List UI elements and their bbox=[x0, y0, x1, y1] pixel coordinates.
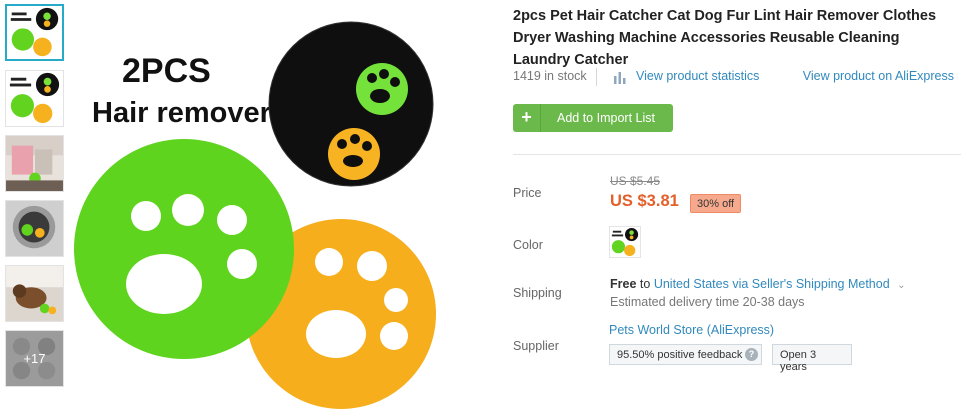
store-age-text: Open 3 years bbox=[780, 349, 817, 373]
color-swatch-image bbox=[610, 227, 640, 257]
meta-divider bbox=[596, 68, 597, 86]
view-product-statistics-link[interactable]: View product statistics bbox=[636, 69, 759, 83]
thumbnail-2[interactable] bbox=[5, 70, 64, 127]
thumbnail-1-image bbox=[7, 6, 62, 59]
large-green-paw bbox=[74, 139, 294, 359]
positive-feedback-text: 95.50% positive feedback bbox=[617, 349, 743, 361]
small-orange-paw bbox=[328, 128, 380, 180]
section-divider bbox=[513, 154, 961, 155]
thumbnail-4-image bbox=[6, 201, 63, 256]
product-meta-row: 1419 in stock View product statistics Vi… bbox=[513, 68, 959, 86]
price-label: Price bbox=[513, 186, 542, 200]
thumbnail-1[interactable] bbox=[5, 4, 64, 61]
product-title: 2pcs Pet Hair Catcher Cat Dog Fur Lint H… bbox=[513, 8, 937, 68]
delivery-estimate: Estimated delivery time 20-38 days bbox=[610, 295, 805, 309]
small-green-paw bbox=[356, 63, 408, 115]
original-price: US $5.45 bbox=[610, 174, 661, 188]
discount-badge: 30% off bbox=[690, 194, 742, 213]
help-icon[interactable]: ? bbox=[745, 348, 758, 361]
stock-count: 1419 in stock bbox=[513, 69, 587, 83]
color-option-swatch[interactable] bbox=[609, 226, 641, 258]
shipping-to: to bbox=[639, 277, 651, 291]
shipping-label: Shipping bbox=[513, 286, 562, 300]
shipping-method-dropdown[interactable]: United States via Seller's Shipping Meth… bbox=[654, 277, 890, 291]
supplier-store-link[interactable]: Pets World Store (AliExpress) bbox=[609, 323, 774, 337]
color-label: Color bbox=[513, 238, 543, 252]
thumbnail-2-image bbox=[6, 71, 63, 126]
overlay-text-line1: 2PCS bbox=[122, 52, 211, 90]
add-to-import-list-label: Add to Import List bbox=[557, 111, 655, 125]
view-on-aliexpress-link[interactable]: View product on AliExpress bbox=[803, 69, 954, 83]
bar-chart-icon bbox=[614, 72, 626, 84]
supplier-label: Supplier bbox=[513, 339, 559, 353]
positive-feedback-badge: 95.50% positive feedback ? bbox=[609, 344, 762, 365]
thumbnail-5-image bbox=[6, 266, 63, 321]
shipping-method-row: Free to United States via Seller's Shipp… bbox=[610, 277, 906, 291]
shipping-free: Free bbox=[610, 277, 637, 291]
thumbnail-4[interactable] bbox=[5, 200, 64, 257]
main-product-image[interactable]: 2PCS Hair remover bbox=[74, 4, 494, 412]
thumbnail-5[interactable] bbox=[5, 265, 64, 322]
overlay-text-line2: Hair remover bbox=[92, 97, 271, 129]
plus-icon: + bbox=[513, 104, 541, 132]
thumbnail-3[interactable] bbox=[5, 135, 64, 192]
chevron-down-icon[interactable]: ⌄ bbox=[897, 280, 905, 291]
thumbnail-more[interactable]: +17 bbox=[5, 330, 64, 387]
store-age-badge: Open 3 years bbox=[772, 344, 852, 373]
more-images-count: +17 bbox=[6, 331, 63, 386]
sale-price: US $3.81 bbox=[610, 192, 679, 210]
thumbnail-3-image bbox=[6, 136, 63, 191]
add-to-import-list-button[interactable]: + Add to Import List bbox=[513, 104, 673, 132]
